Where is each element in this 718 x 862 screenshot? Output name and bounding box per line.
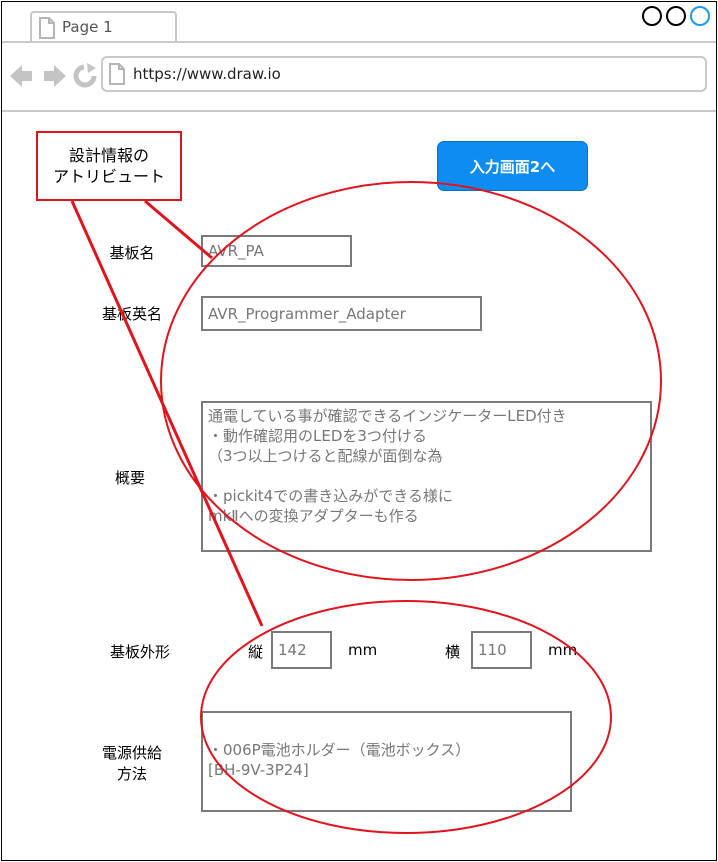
browser-frame <box>1 1 717 861</box>
